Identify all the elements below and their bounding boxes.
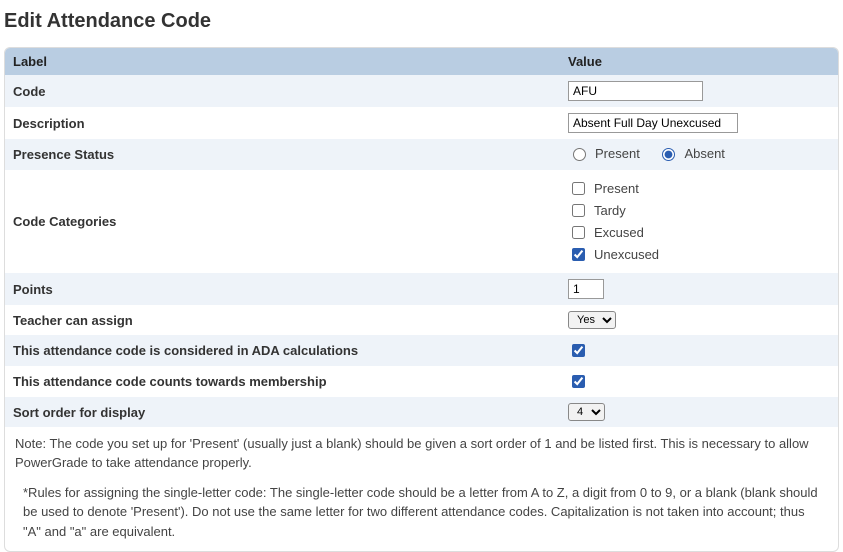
radio-absent-label: Absent <box>684 146 724 161</box>
sort-order-select[interactable]: 4 <box>568 403 605 421</box>
label-ada: This attendance code is considered in AD… <box>5 335 560 366</box>
check-ada[interactable] <box>572 344 585 357</box>
row-points: Points <box>5 273 838 305</box>
row-sort-order: Sort order for display 4 <box>5 397 838 427</box>
form-panel: Label Value Code Description Presence St… <box>4 47 839 552</box>
points-input[interactable] <box>568 279 604 299</box>
radio-absent-wrap[interactable]: Absent <box>657 145 724 161</box>
check-excused[interactable] <box>572 226 585 239</box>
radio-absent[interactable] <box>662 148 675 161</box>
header-label: Label <box>5 48 560 75</box>
check-tardy[interactable] <box>572 204 585 217</box>
label-description: Description <box>5 107 560 139</box>
radio-present-wrap[interactable]: Present <box>568 145 640 161</box>
label-points: Points <box>5 273 560 305</box>
radio-present-label: Present <box>595 146 640 161</box>
teacher-assign-select[interactable]: Yes No <box>568 311 616 329</box>
page-title: Edit Attendance Code <box>4 10 839 33</box>
header-row: Label Value <box>5 48 838 75</box>
row-code-categories: Code Categories Present Tardy Excused Un… <box>5 170 838 273</box>
header-value: Value <box>560 48 838 75</box>
row-presence-status: Presence Status Present Absent <box>5 139 838 170</box>
check-unexcused-wrap[interactable]: Unexcused <box>568 245 830 264</box>
row-description: Description <box>5 107 838 139</box>
label-code: Code <box>5 75 560 107</box>
note-text: Note: The code you set up for 'Present' … <box>5 427 838 479</box>
row-ada: This attendance code is considered in AD… <box>5 335 838 366</box>
check-tardy-label: Tardy <box>594 203 626 218</box>
check-present-label: Present <box>594 181 639 196</box>
rules-text: *Rules for assigning the single-letter c… <box>5 479 838 552</box>
label-code-categories: Code Categories <box>5 170 560 273</box>
check-excused-wrap[interactable]: Excused <box>568 223 830 242</box>
check-tardy-wrap[interactable]: Tardy <box>568 201 830 220</box>
radio-present[interactable] <box>573 148 586 161</box>
check-unexcused-label: Unexcused <box>594 247 659 262</box>
description-input[interactable] <box>568 113 738 133</box>
check-unexcused[interactable] <box>572 248 585 261</box>
label-membership: This attendance code counts towards memb… <box>5 366 560 397</box>
form-table: Label Value Code Description Presence St… <box>5 48 838 427</box>
check-membership[interactable] <box>572 375 585 388</box>
check-present[interactable] <box>572 182 585 195</box>
code-input[interactable] <box>568 81 703 101</box>
label-presence-status: Presence Status <box>5 139 560 170</box>
label-teacher-assign: Teacher can assign <box>5 305 560 335</box>
row-teacher-assign: Teacher can assign Yes No <box>5 305 838 335</box>
row-code: Code <box>5 75 838 107</box>
check-present-wrap[interactable]: Present <box>568 179 830 198</box>
row-membership: This attendance code counts towards memb… <box>5 366 838 397</box>
label-sort-order: Sort order for display <box>5 397 560 427</box>
check-excused-label: Excused <box>594 225 644 240</box>
